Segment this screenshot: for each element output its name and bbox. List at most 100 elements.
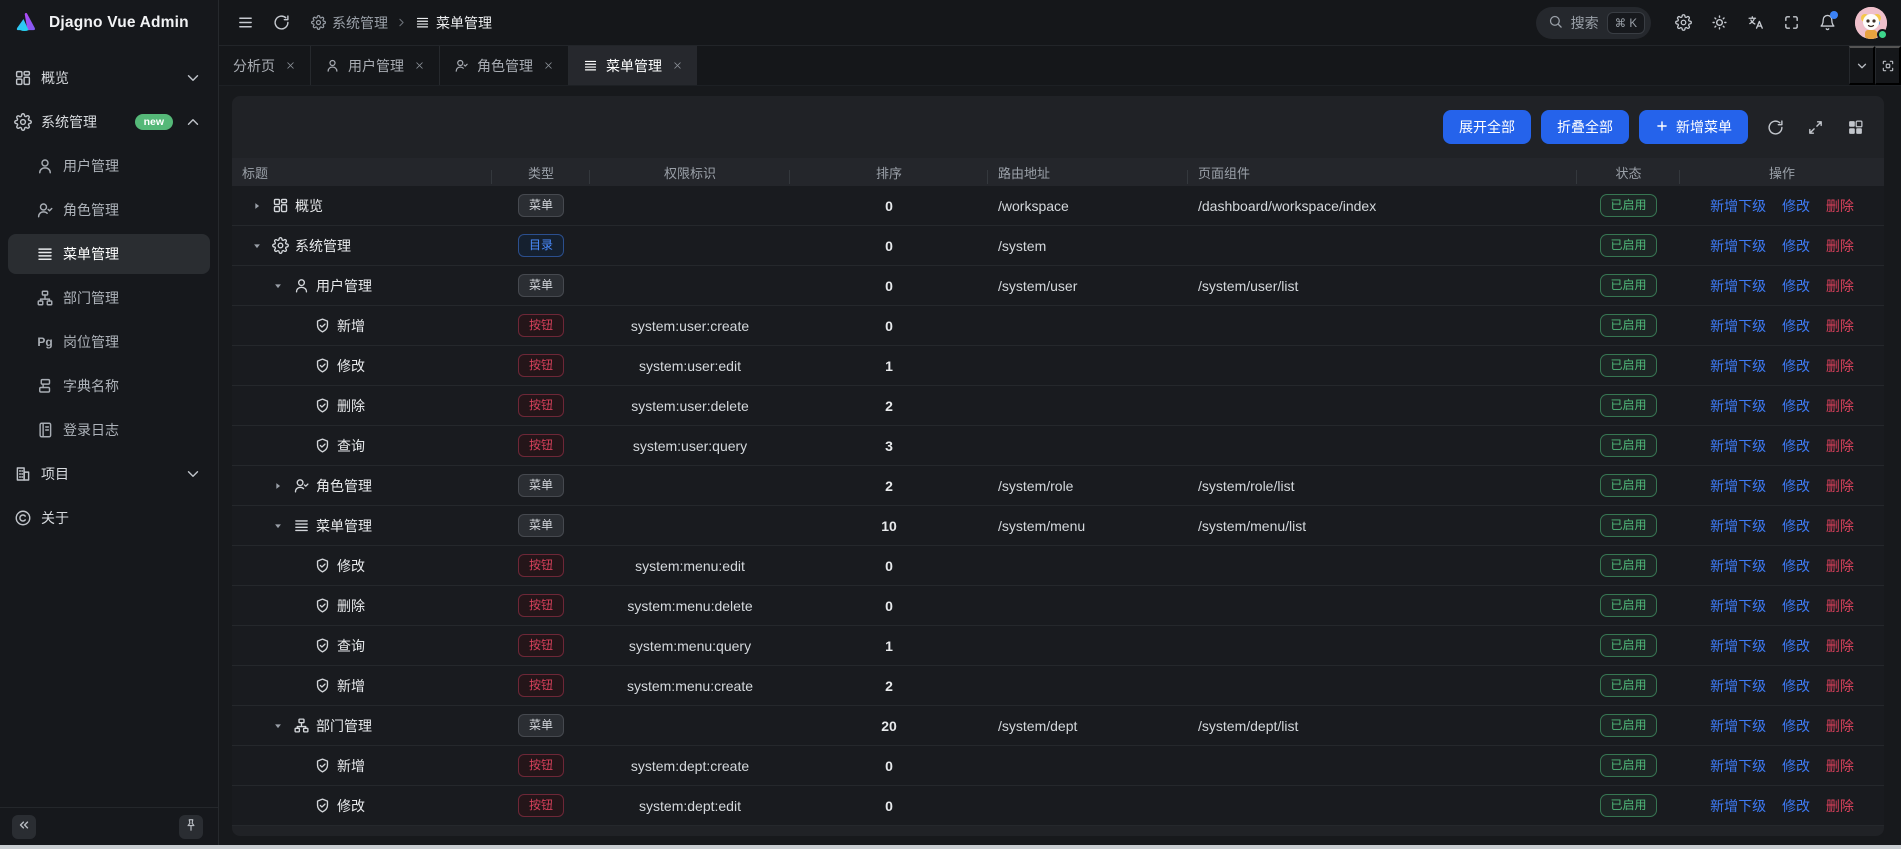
action-delete[interactable]: 删除 — [1826, 398, 1854, 414]
action-edit[interactable]: 修改 — [1782, 198, 1810, 214]
action-add-child[interactable]: 新增下级 — [1710, 238, 1766, 254]
menu-toggle-button[interactable] — [231, 9, 259, 37]
action-add-child[interactable]: 新增下级 — [1710, 478, 1766, 494]
sidebar-item-project[interactable]: 项目 — [8, 454, 210, 494]
action-edit[interactable]: 修改 — [1782, 558, 1810, 574]
action-add-child[interactable]: 新增下级 — [1710, 198, 1766, 214]
fullscreen-button[interactable] — [1777, 9, 1805, 37]
action-add-child[interactable]: 新增下级 — [1710, 758, 1766, 774]
caret-down-icon[interactable] — [269, 277, 287, 295]
horizontal-scrollbar[interactable] — [0, 845, 1901, 849]
tab-analysis[interactable]: 分析页 — [219, 46, 311, 85]
table-fullscreen-button[interactable] — [1802, 114, 1828, 140]
action-edit[interactable]: 修改 — [1782, 478, 1810, 494]
table-row: 修改 按钮 system:menu:edit 0 已启用 新增下级 修改 删除 — [232, 546, 1884, 586]
app-logo[interactable]: Djagno Vue Admin — [0, 0, 218, 46]
action-edit[interactable]: 修改 — [1782, 638, 1810, 654]
action-delete[interactable]: 删除 — [1826, 198, 1854, 214]
collapse-all-button[interactable]: 折叠全部 — [1541, 110, 1629, 144]
tab-close-icon[interactable] — [285, 60, 296, 71]
sidebar-item-about[interactable]: 关于 — [8, 498, 210, 538]
action-delete[interactable]: 删除 — [1826, 518, 1854, 534]
theme-toggle-button[interactable] — [1705, 9, 1733, 37]
refresh-page-button[interactable] — [267, 9, 295, 37]
sidebar-item-dict-name[interactable]: 字典名称 — [8, 366, 210, 406]
tab-close-icon[interactable] — [414, 60, 425, 71]
breadcrumb-item[interactable]: 系统管理 — [311, 13, 388, 33]
caret-down-icon[interactable] — [269, 517, 287, 535]
sidebar-item-post-mgmt[interactable]: Pg 岗位管理 — [8, 322, 210, 362]
sidebar-item-overview[interactable]: 概览 — [8, 58, 210, 98]
action-edit[interactable]: 修改 — [1782, 318, 1810, 334]
action-edit[interactable]: 修改 — [1782, 278, 1810, 294]
action-add-child[interactable]: 新增下级 — [1710, 638, 1766, 654]
action-edit[interactable]: 修改 — [1782, 518, 1810, 534]
action-delete[interactable]: 删除 — [1826, 318, 1854, 334]
sidebar-item-menu-mgmt[interactable]: 菜单管理 — [8, 234, 210, 274]
action-add-child[interactable]: 新增下级 — [1710, 318, 1766, 334]
action-add-child[interactable]: 新增下级 — [1710, 278, 1766, 294]
action-edit[interactable]: 修改 — [1782, 678, 1810, 694]
settings-button[interactable] — [1669, 9, 1697, 37]
action-edit[interactable]: 修改 — [1782, 238, 1810, 254]
caret-down-icon[interactable] — [269, 717, 287, 735]
action-add-child[interactable]: 新增下级 — [1710, 558, 1766, 574]
table-refresh-button[interactable] — [1762, 114, 1788, 140]
sidebar-item-user-mgmt[interactable]: 用户管理 — [8, 146, 210, 186]
action-edit[interactable]: 修改 — [1782, 358, 1810, 374]
breadcrumb-item[interactable]: 菜单管理 — [415, 13, 492, 33]
sidebar-item-login-log[interactable]: 登录日志 — [8, 410, 210, 450]
caret-down-icon[interactable] — [248, 237, 266, 255]
action-delete[interactable]: 删除 — [1826, 638, 1854, 654]
content-maximize-button[interactable] — [1875, 46, 1901, 85]
sidebar-collapse-button[interactable] — [12, 815, 36, 839]
action-delete[interactable]: 删除 — [1826, 558, 1854, 574]
tab-role[interactable]: 角色管理 — [440, 46, 569, 85]
action-add-child[interactable]: 新增下级 — [1710, 598, 1766, 614]
type-badge: 菜单 — [518, 274, 564, 296]
sidebar-item-system[interactable]: 系统管理 new — [8, 102, 210, 142]
action-delete[interactable]: 删除 — [1826, 478, 1854, 494]
tabs-dropdown-button[interactable] — [1849, 46, 1875, 85]
action-edit[interactable]: 修改 — [1782, 798, 1810, 814]
action-edit[interactable]: 修改 — [1782, 438, 1810, 454]
action-delete[interactable]: 删除 — [1826, 758, 1854, 774]
caret-spacer — [290, 317, 308, 335]
action-delete[interactable]: 删除 — [1826, 438, 1854, 454]
action-delete[interactable]: 删除 — [1826, 278, 1854, 294]
table-columns-button[interactable] — [1842, 114, 1868, 140]
notifications-button[interactable] — [1813, 9, 1841, 37]
caret-right-icon[interactable] — [248, 197, 266, 215]
caret-right-icon[interactable] — [269, 477, 287, 495]
action-add-child[interactable]: 新增下级 — [1710, 798, 1766, 814]
global-search[interactable]: 搜索 ⌘ K — [1536, 7, 1651, 39]
tab-close-icon[interactable] — [543, 60, 554, 71]
sidebar-item-role-mgmt[interactable]: 角色管理 — [8, 190, 210, 230]
tab-user[interactable]: 用户管理 — [311, 46, 440, 85]
action-edit[interactable]: 修改 — [1782, 598, 1810, 614]
action-delete[interactable]: 删除 — [1826, 718, 1854, 734]
action-add-child[interactable]: 新增下级 — [1710, 358, 1766, 374]
fullscreen-icon — [1783, 14, 1800, 31]
action-delete[interactable]: 删除 — [1826, 678, 1854, 694]
action-delete[interactable]: 删除 — [1826, 238, 1854, 254]
action-delete[interactable]: 删除 — [1826, 358, 1854, 374]
action-add-child[interactable]: 新增下级 — [1710, 678, 1766, 694]
action-edit[interactable]: 修改 — [1782, 758, 1810, 774]
action-edit[interactable]: 修改 — [1782, 398, 1810, 414]
tab-close-icon[interactable] — [672, 60, 683, 71]
user-avatar[interactable] — [1855, 7, 1887, 39]
action-add-child[interactable]: 新增下级 — [1710, 518, 1766, 534]
action-add-child[interactable]: 新增下级 — [1710, 438, 1766, 454]
action-delete[interactable]: 删除 — [1826, 598, 1854, 614]
action-add-child[interactable]: 新增下级 — [1710, 718, 1766, 734]
action-edit[interactable]: 修改 — [1782, 718, 1810, 734]
language-button[interactable] — [1741, 9, 1769, 37]
action-delete[interactable]: 删除 — [1826, 798, 1854, 814]
add-menu-button[interactable]: 新增菜单 — [1639, 110, 1748, 144]
expand-all-button[interactable]: 展开全部 — [1443, 110, 1531, 144]
sidebar-item-dept-mgmt[interactable]: 部门管理 — [8, 278, 210, 318]
action-add-child[interactable]: 新增下级 — [1710, 398, 1766, 414]
sidebar-pin-button[interactable] — [179, 815, 203, 839]
tab-menu[interactable]: 菜单管理 — [569, 46, 697, 85]
